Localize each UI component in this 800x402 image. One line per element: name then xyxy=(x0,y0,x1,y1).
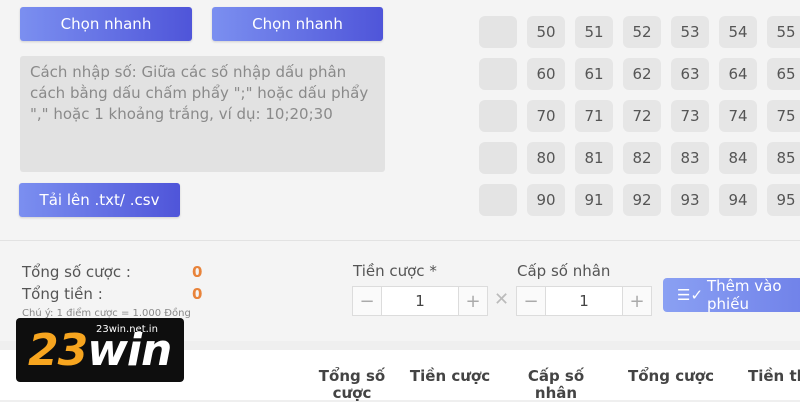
number-cell[interactable]: 52 xyxy=(623,16,661,48)
number-cell[interactable]: 81 xyxy=(575,142,613,174)
table-header-payout: Tiền th xyxy=(748,367,800,385)
times-icon: ✕ xyxy=(494,289,510,310)
number-cell[interactable]: 70 xyxy=(527,100,565,132)
number-cell[interactable]: 65 xyxy=(767,58,800,90)
number-cell[interactable]: 62 xyxy=(623,58,661,90)
quick-select-button-left[interactable]: Chọn nhanh xyxy=(20,7,192,41)
number-cell[interactable]: 75 xyxy=(767,100,800,132)
multiplier-input[interactable]: 1 xyxy=(546,287,622,315)
bet-amount-decrement-button[interactable]: − xyxy=(353,287,382,315)
number-cell[interactable]: 90 xyxy=(527,184,565,216)
number-cell[interactable]: 71 xyxy=(575,100,613,132)
number-cell[interactable]: 85 xyxy=(767,142,800,174)
bet-amount-input[interactable]: 1 xyxy=(382,287,458,315)
number-cell[interactable]: 82 xyxy=(623,142,661,174)
multiplier-increment-button[interactable]: + xyxy=(622,287,651,315)
number-cell[interactable]: 73 xyxy=(671,100,709,132)
number-input-textarea[interactable]: Cách nhập số: Giữa các số nhập dấu phân … xyxy=(20,56,385,172)
table-header-total-bets: Tổng số cược xyxy=(318,367,386,402)
number-cell[interactable]: 72 xyxy=(623,100,661,132)
bet-amount-stepper: − 1 + xyxy=(352,286,488,316)
total-bets-value: 0 xyxy=(192,263,203,281)
number-cell[interactable]: 91 xyxy=(575,184,613,216)
total-money-label: Tổng tiền : xyxy=(22,285,103,303)
total-bets-label: Tổng số cược : xyxy=(22,263,131,281)
number-cell-empty xyxy=(479,142,517,174)
number-cell[interactable]: 51 xyxy=(575,16,613,48)
bet-input-panel: Chọn nhanh Chọn nhanh Cách nhập số: Giữa… xyxy=(0,0,800,240)
number-cell[interactable]: 93 xyxy=(671,184,709,216)
upload-file-button[interactable]: Tải lên .txt/ .csv xyxy=(19,183,180,217)
table-header-multiplier: Cấp số nhân xyxy=(527,367,585,402)
multiplier-label: Cấp số nhân xyxy=(517,262,611,280)
number-cell-empty xyxy=(479,16,517,48)
table-header-total-stake: Tổng cược xyxy=(628,367,714,385)
number-cell-empty xyxy=(479,100,517,132)
number-cell[interactable]: 55 xyxy=(767,16,800,48)
bet-amount-increment-button[interactable]: + xyxy=(458,287,487,315)
number-cell[interactable]: 54 xyxy=(719,16,757,48)
quick-select-button-right[interactable]: Chọn nhanh xyxy=(212,7,383,41)
add-to-ticket-button[interactable]: ☰✓ Thêm vào phiếu xyxy=(663,277,800,313)
number-cell-empty xyxy=(479,58,517,90)
table-header-bet-amount: Tiền cược xyxy=(409,367,491,385)
number-cell[interactable]: 64 xyxy=(719,58,757,90)
bet-amount-label: Tiền cược * xyxy=(353,262,437,280)
number-cell[interactable]: 50 xyxy=(527,16,565,48)
number-cell[interactable]: 80 xyxy=(527,142,565,174)
number-cell[interactable]: 74 xyxy=(719,100,757,132)
number-cell[interactable]: 95 xyxy=(767,184,800,216)
number-cell[interactable]: 63 xyxy=(671,58,709,90)
number-cell[interactable]: 83 xyxy=(671,142,709,174)
number-cell[interactable]: 92 xyxy=(623,184,661,216)
multiplier-decrement-button[interactable]: − xyxy=(517,287,546,315)
number-cell[interactable]: 94 xyxy=(719,184,757,216)
number-cell[interactable]: 84 xyxy=(719,142,757,174)
number-cell[interactable]: 53 xyxy=(671,16,709,48)
add-to-ticket-label: Thêm vào phiếu xyxy=(707,277,782,313)
number-cell-empty xyxy=(479,184,517,216)
number-cell[interactable]: 61 xyxy=(575,58,613,90)
number-cell[interactable]: 60 xyxy=(527,58,565,90)
multiplier-stepper: − 1 + xyxy=(516,286,652,316)
list-check-icon: ☰✓ xyxy=(677,286,704,304)
site-logo: 23win 23win.net.in xyxy=(16,318,184,382)
total-money-value: 0 xyxy=(192,285,203,303)
